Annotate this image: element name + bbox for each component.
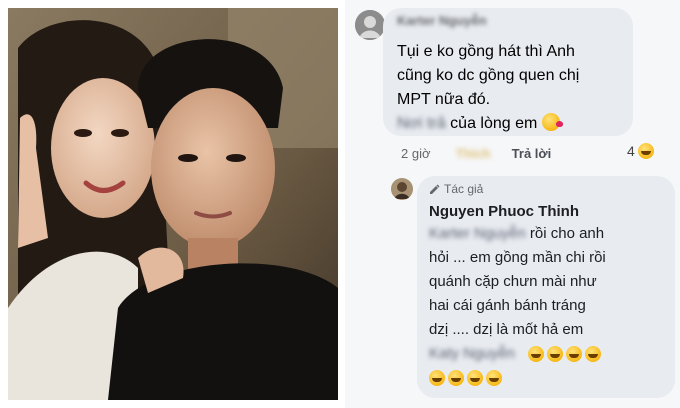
- reaction-number: 4: [627, 143, 635, 159]
- author-badge: Tác giả: [429, 182, 483, 196]
- like-link[interactable]: Thích: [456, 146, 491, 161]
- laugh-emoji-icon: [584, 346, 601, 362]
- comment-line: MPT nữa đó.: [397, 91, 491, 108]
- comment-time: 2 giờ: [401, 146, 431, 161]
- reply-line-rest: rồi cho anh: [525, 225, 605, 242]
- blurred-mention[interactable]: Katy Nguyễn: [429, 342, 515, 366]
- author-avatar[interactable]: [391, 178, 413, 200]
- selfie-photo: [8, 8, 338, 400]
- laugh-emoji-icon: [565, 346, 582, 362]
- comment-meta: 2 giờ Thích Trả lời: [401, 146, 551, 161]
- author-badge-label: Tác giả: [444, 182, 484, 196]
- laugh-emoji-icon: [486, 370, 502, 386]
- comment-line: Tụi e ko gồng hát thì Anh: [397, 43, 575, 60]
- reply-link[interactable]: Trả lời: [512, 146, 552, 161]
- blurred-mention[interactable]: Nơi trả: [397, 112, 446, 136]
- laugh-emoji-icon: [527, 346, 544, 362]
- blurred-mention[interactable]: Karter Nguyễn: [429, 222, 526, 246]
- comment-author-name[interactable]: Karter Nguyễn: [397, 13, 487, 28]
- reply-line: quánh cặp chưn mài như: [429, 273, 597, 290]
- laugh-emoji-icon: [546, 346, 563, 362]
- laugh-emoji-icon: [429, 370, 445, 386]
- laugh-reaction-icon: [637, 143, 654, 159]
- laugh-emoji-icon: [448, 370, 464, 386]
- commenter-avatar[interactable]: [355, 10, 385, 40]
- reply-mention-line: Katy Nguyễn: [429, 342, 669, 366]
- reply-line: dzị .... dzị là mốt hả em: [429, 321, 584, 338]
- reply-text: Karter Nguyễn rồi cho anh hỏi ... em gồn…: [429, 222, 669, 366]
- kiss-emoji-icon: [541, 113, 563, 131]
- reply-author-name[interactable]: Nguyen Phuoc Thinh: [429, 203, 579, 220]
- reaction-count[interactable]: 4: [627, 143, 654, 159]
- emoji-row: [429, 370, 502, 386]
- reply-first-line: Karter Nguyễn rồi cho anh: [429, 222, 669, 246]
- comment-line: cũng ko dc gồng quen chị: [397, 67, 580, 84]
- laugh-emoji-icon: [467, 370, 483, 386]
- pencil-icon: [430, 183, 440, 194]
- comment-last-line: Nơi trả của lòng em: [397, 112, 642, 136]
- comment-text: Tụi e ko gồng hát thì Anh cũng ko dc gồn…: [397, 40, 642, 136]
- comments-panel: Karter Nguyễn Tụi e ko gồng hát thì Anh …: [345, 0, 680, 408]
- comment-line-rest: của lòng em: [445, 115, 538, 132]
- reply-line: hai cái gánh bánh tráng: [429, 297, 586, 314]
- comment-author-link[interactable]: Karter Nguyễn: [397, 12, 487, 30]
- reply-line: hỏi ... em gồng mần chi rồi: [429, 249, 606, 266]
